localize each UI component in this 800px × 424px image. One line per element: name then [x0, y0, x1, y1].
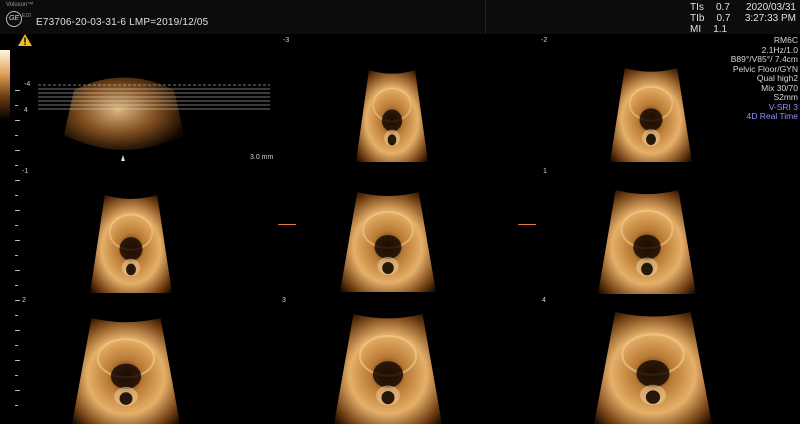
ruler-tick: [15, 375, 18, 376]
gray-scale-bar: [0, 50, 10, 120]
mode-4d: 4D Real Time: [746, 111, 799, 121]
ruler-tick: [15, 270, 20, 271]
slice-marker-left: [278, 224, 296, 225]
slice-label-3: 3: [282, 297, 286, 304]
model-label: E10: [22, 13, 31, 19]
ruler-tick: [15, 330, 20, 331]
slice-label-4: 4: [542, 297, 546, 304]
ruler-tick: [15, 120, 20, 121]
slice-marker-right: [518, 224, 536, 225]
ruler-tick: [15, 315, 18, 316]
ruler-tick: [15, 240, 20, 241]
slice-label-m2: -2: [541, 37, 548, 44]
reference-image: -4 4: [24, 55, 274, 165]
scan-parameters: RM6C 2.1Hz/1.0 B89°/V85°/ 7.4cm Pelvic F…: [731, 35, 799, 122]
ultrasound-slice: [594, 312, 712, 424]
ruler-tick: [15, 300, 20, 301]
ref-mark-bottom: 4: [24, 107, 28, 114]
date-time: 2020/03/31 3:27:33 PM: [745, 2, 796, 24]
ge-logo-icon: Voluson™ GE E10: [2, 2, 34, 32]
ruler-tick: [15, 210, 20, 211]
ultrasound-slice: [90, 195, 172, 293]
slice-label-1: 1: [543, 168, 547, 175]
ruler-tick: [15, 150, 20, 151]
ruler-tick: [15, 180, 20, 181]
index-mi: MI 1.1: [690, 24, 728, 35]
slice-label-m1: -1: [22, 168, 29, 175]
index-tib: TIb 0.7: [690, 13, 731, 24]
ruler-tick: [15, 195, 18, 196]
slice-label-m3: -3: [283, 37, 290, 44]
ultrasound-slice: [72, 318, 180, 424]
ruler-tick: [15, 105, 18, 106]
top-bar: Voluson™ GE E10 E73706-20-03-31-6 LMP=20…: [0, 0, 800, 35]
divider: [485, 0, 486, 34]
ruler-tick: [15, 285, 18, 286]
date: 2020/03/31: [745, 2, 796, 13]
depth-ruler: [15, 90, 21, 420]
ruler-tick: [15, 405, 18, 406]
ruler-tick: [15, 135, 18, 136]
ruler-tick: [15, 225, 18, 226]
slice-thickness: 3.0 mm: [250, 154, 274, 161]
ruler-tick: [15, 390, 20, 391]
ultrasound-slice: [340, 192, 436, 292]
ultrasound-slice: [334, 314, 442, 424]
ruler-tick: [15, 90, 20, 91]
patient-info: E73706-20-03-31-6 LMP=2019/12/05: [36, 17, 209, 28]
ruler-tick: [15, 360, 20, 361]
warning-icon[interactable]: [18, 34, 32, 46]
time: 3:27:33 PM: [744, 13, 796, 24]
safety-indices: TIs 0.7 TIb 0.7 MI 1.1: [690, 2, 730, 35]
brand-label: Voluson™: [6, 2, 34, 8]
ultrasound-slice: [598, 190, 696, 294]
ruler-tick: [15, 165, 18, 166]
slice-label-2: 2: [22, 297, 26, 304]
ultrasound-slice: [356, 70, 428, 162]
ge-badge: GE: [6, 11, 22, 27]
ref-mark-top: -4: [24, 81, 31, 88]
index-tis: TIs 0.7: [690, 2, 730, 13]
ruler-tick: [15, 345, 18, 346]
ultrasound-slice: [610, 68, 692, 162]
ruler-tick: [15, 255, 18, 256]
